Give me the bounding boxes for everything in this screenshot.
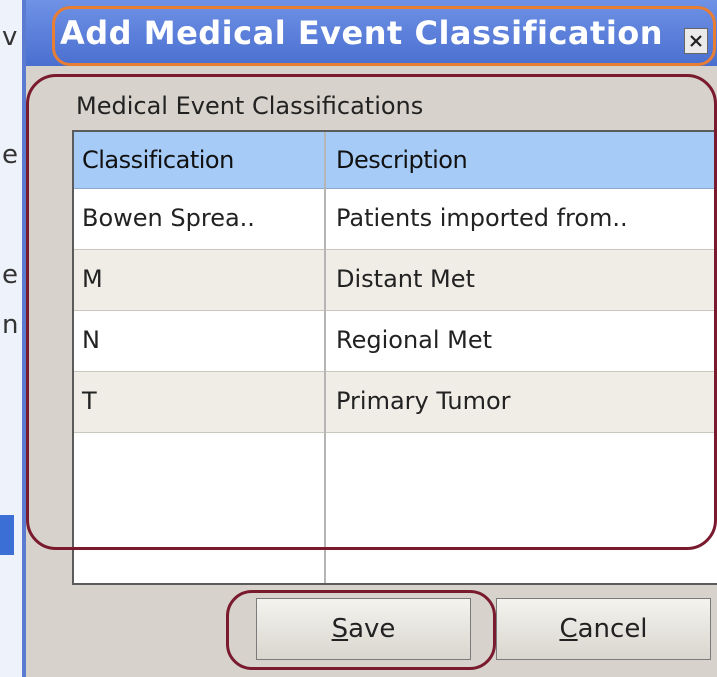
save-button[interactable]: Save bbox=[256, 598, 471, 660]
background-text-fragment: e bbox=[2, 260, 18, 290]
background-text-fragment: v bbox=[2, 22, 18, 52]
close-icon bbox=[690, 35, 702, 47]
column-header-description[interactable]: Description bbox=[336, 146, 468, 174]
table-header: Classification Description bbox=[74, 132, 717, 189]
table-row[interactable]: N Regional Met bbox=[74, 311, 717, 372]
table-row[interactable]: Bowen Sprea.. Patients imported from.. bbox=[74, 189, 717, 250]
table-row[interactable]: M Distant Met bbox=[74, 250, 717, 311]
classifications-table: Classification Description Bowen Sprea..… bbox=[72, 130, 717, 585]
cancel-label: ancel bbox=[577, 614, 648, 644]
table-row[interactable]: T Primary Tumor bbox=[74, 372, 717, 433]
background-text-fragment: e bbox=[2, 140, 18, 170]
cell-classification: T bbox=[82, 387, 97, 415]
cell-description: Regional Met bbox=[336, 326, 493, 354]
cancel-button[interactable]: Cancel bbox=[496, 598, 711, 660]
column-divider[interactable] bbox=[324, 132, 326, 583]
section-label: Medical Event Classifications bbox=[76, 92, 424, 120]
cancel-mnemonic: C bbox=[559, 614, 578, 644]
cell-classification: N bbox=[82, 326, 100, 354]
background-text-fragment: n bbox=[2, 310, 19, 340]
cell-description: Patients imported from.. bbox=[336, 204, 628, 232]
cell-description: Primary Tumor bbox=[336, 387, 511, 415]
cell-description: Distant Met bbox=[336, 265, 475, 293]
dialog-title: Add Medical Event Classification bbox=[60, 14, 664, 52]
save-mnemonic: S bbox=[331, 614, 349, 644]
cell-classification: M bbox=[82, 265, 103, 293]
background-window: v e e n bbox=[0, 0, 23, 677]
save-label: ave bbox=[348, 614, 396, 644]
title-bar[interactable]: Add Medical Event Classification bbox=[26, 0, 717, 66]
background-selection bbox=[0, 515, 14, 555]
column-header-classification[interactable]: Classification bbox=[82, 146, 234, 174]
cell-classification: Bowen Sprea.. bbox=[82, 204, 255, 232]
close-button[interactable] bbox=[684, 28, 708, 54]
add-classification-dialog: Add Medical Event Classification Medical… bbox=[22, 0, 717, 677]
